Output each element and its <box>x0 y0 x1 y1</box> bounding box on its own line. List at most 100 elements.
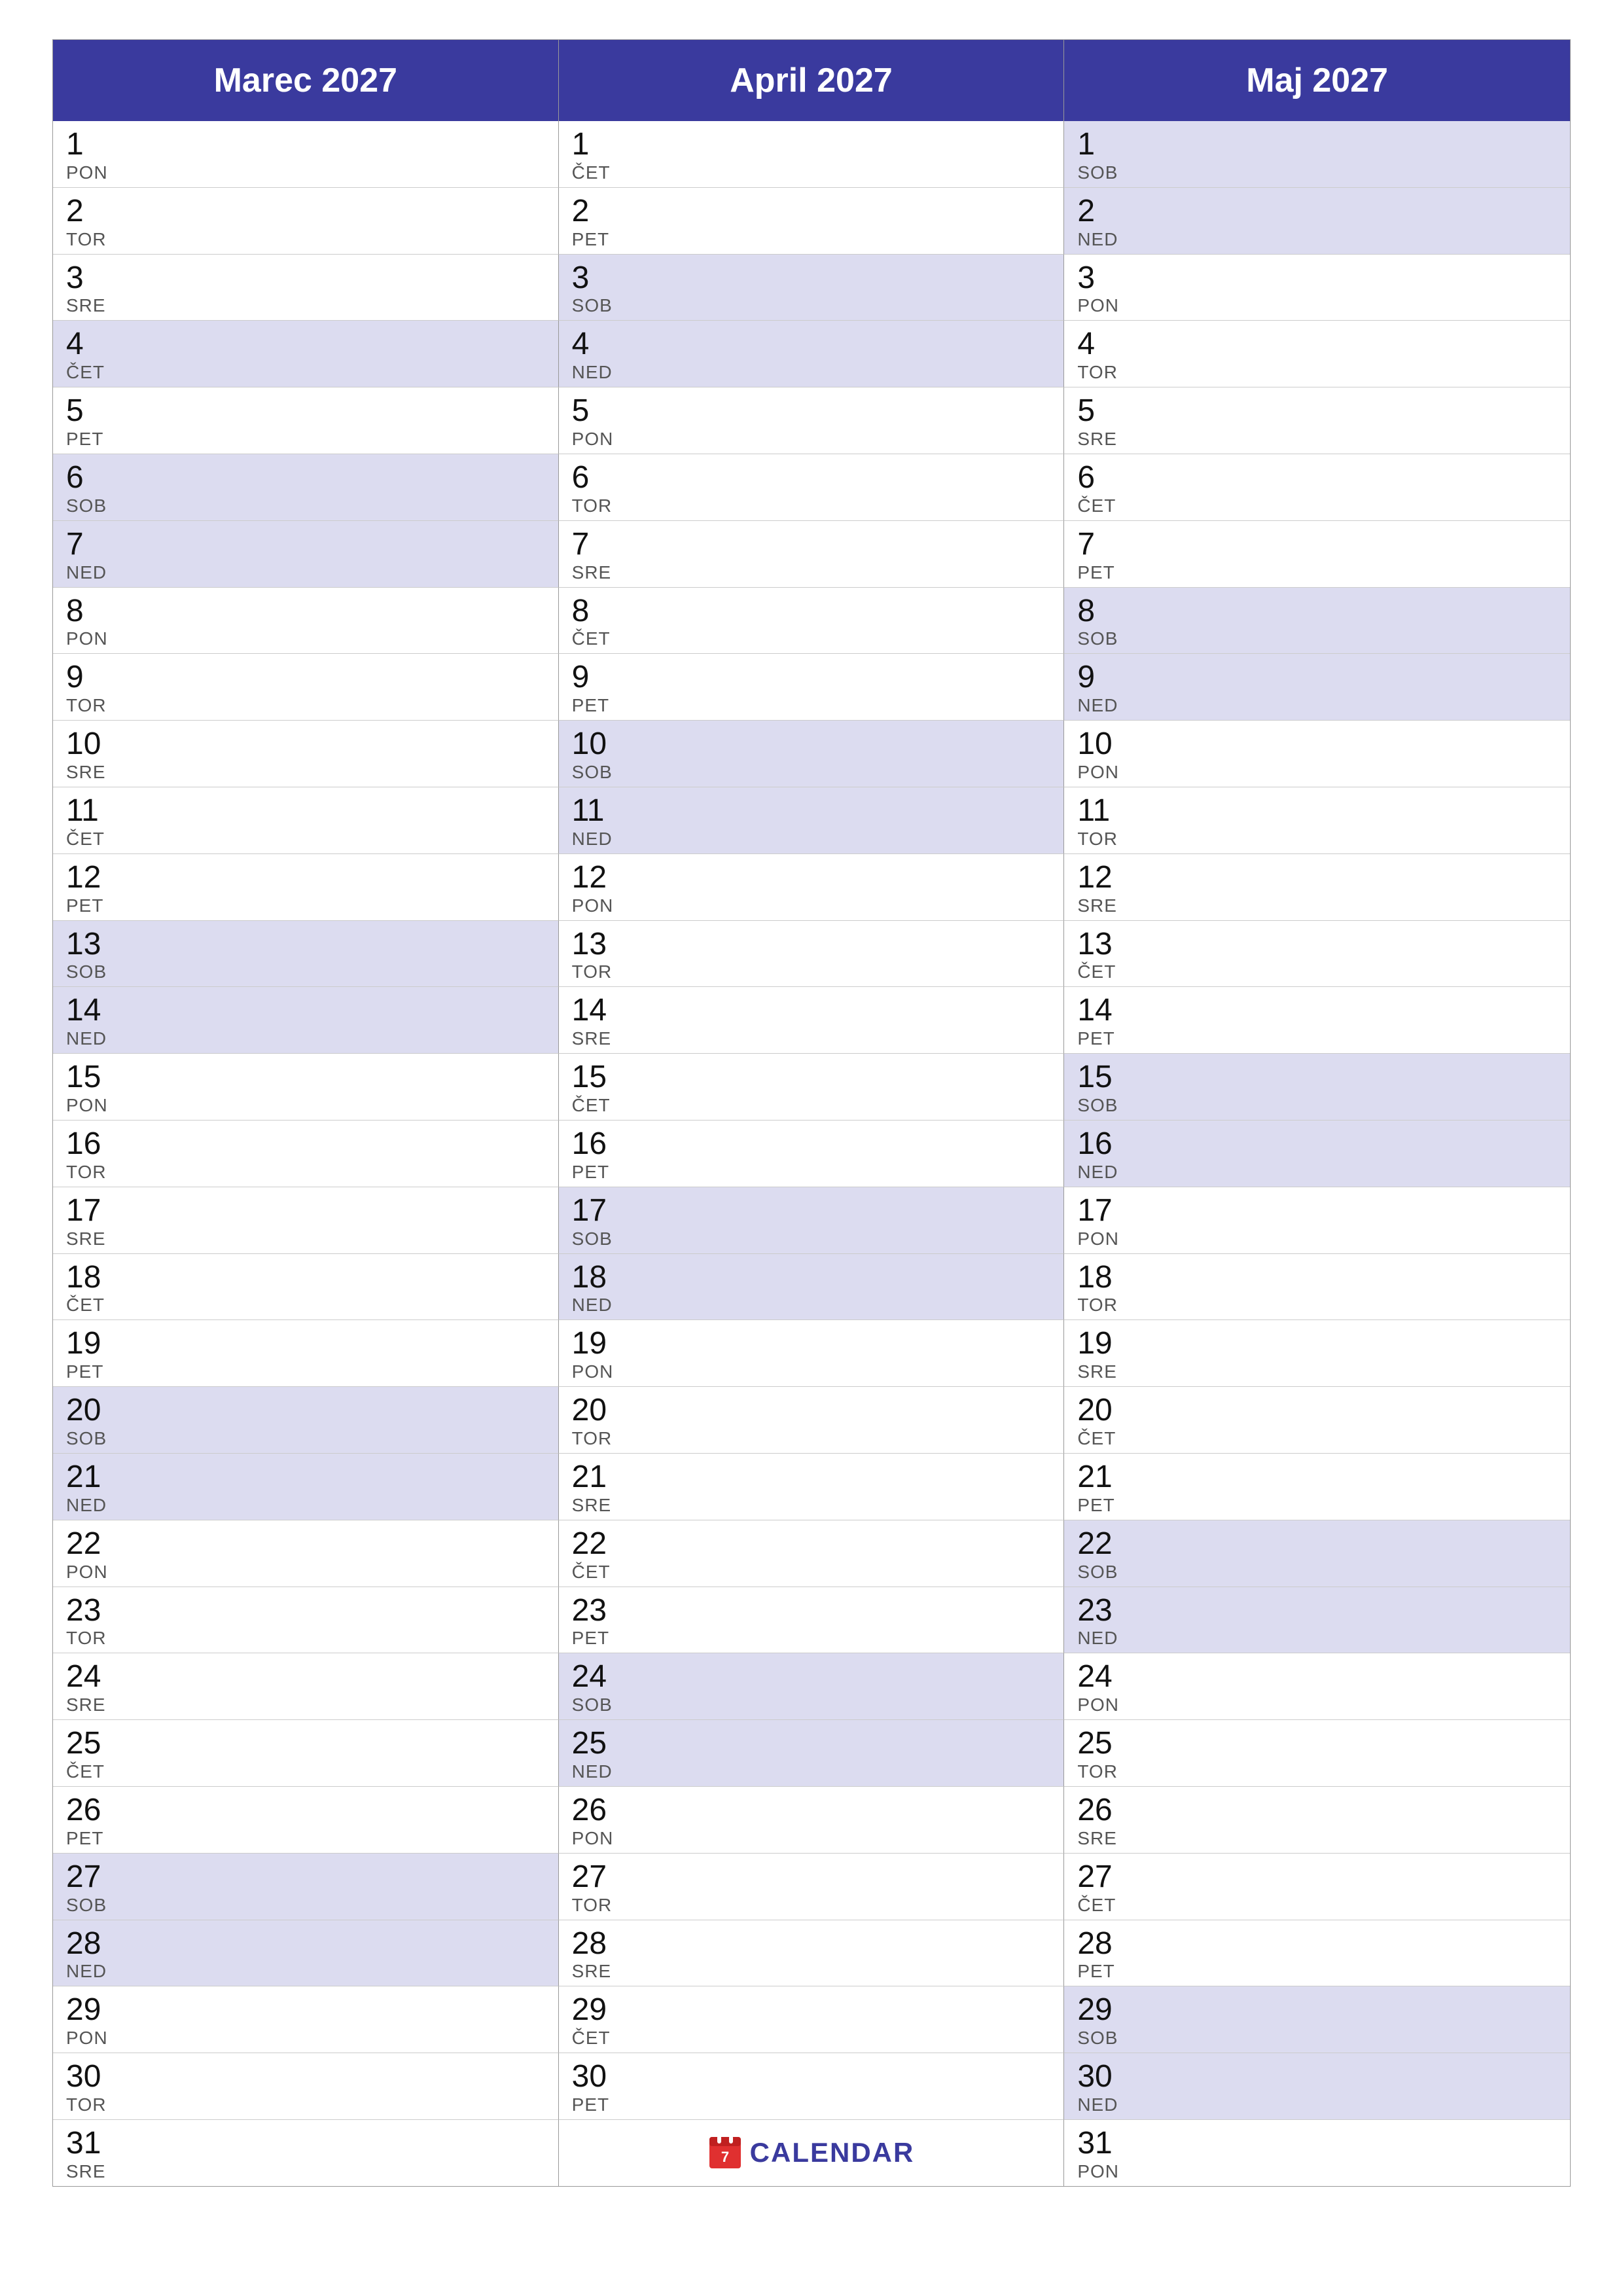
day-cell-m1-d12: 12PON <box>559 854 1065 921</box>
day-cell-m2-d26: 26SRE <box>1064 1787 1570 1854</box>
day-name: PET <box>572 1162 1051 1183</box>
calendar-logo: 7 CALENDAR <box>708 2136 915 2170</box>
day-cell-m1-d14: 14SRE <box>559 987 1065 1054</box>
calendar-row: 3SRE3SOB3PON <box>53 255 1570 321</box>
day-name: SOB <box>66 495 545 516</box>
day-number: 22 <box>1077 1527 1557 1562</box>
day-number: 25 <box>572 1727 1051 1761</box>
day-number: 3 <box>1077 261 1557 296</box>
day-number: 7 <box>572 528 1051 562</box>
day-cell-m0-d28: 28NED <box>53 1920 559 1987</box>
day-number: 6 <box>66 461 545 495</box>
day-name: PET <box>66 895 545 916</box>
day-name: ČET <box>572 2028 1051 2049</box>
day-number: 16 <box>66 1127 545 1162</box>
day-name: PON <box>1077 295 1557 316</box>
day-name: SRE <box>1077 1828 1557 1849</box>
day-number: 13 <box>66 927 545 962</box>
calendar-row: 2TOR2PET2NED <box>53 188 1570 255</box>
day-name: ČET <box>1077 961 1557 982</box>
day-cell-m2-d23: 23NED <box>1064 1587 1570 1654</box>
day-name: PET <box>572 1628 1051 1649</box>
day-cell-m2-d13: 13ČET <box>1064 921 1570 988</box>
day-name: PON <box>1077 2161 1557 2182</box>
day-cell-m0-d30: 30TOR <box>53 2053 559 2120</box>
day-number: 4 <box>66 327 545 362</box>
day-cell-m1-d25: 25NED <box>559 1720 1065 1787</box>
day-name: SRE <box>66 762 545 783</box>
calendar-row: 1PON1ČET1SOB <box>53 121 1570 188</box>
day-number: 21 <box>1077 1460 1557 1495</box>
day-cell-m0-d1: 1PON <box>53 121 559 188</box>
day-cell-m1-d4: 4NED <box>559 321 1065 387</box>
day-cell-m1-d6: 6TOR <box>559 454 1065 521</box>
day-name: ČET <box>572 628 1051 649</box>
day-number: 31 <box>1077 2126 1557 2161</box>
day-name: SOB <box>1077 1562 1557 1583</box>
day-cell-m0-d16: 16TOR <box>53 1121 559 1187</box>
day-cell-m0-d18: 18ČET <box>53 1254 559 1321</box>
calendar-row: 31SRE 7 CALENDAR 31PON <box>53 2120 1570 2186</box>
day-number: 25 <box>66 1727 545 1761</box>
day-name: NED <box>1077 229 1557 250</box>
day-number: 13 <box>572 927 1051 962</box>
day-name: NED <box>66 1961 545 1982</box>
day-number: 6 <box>1077 461 1557 495</box>
day-number: 15 <box>66 1060 545 1095</box>
calendar-row: 6SOB6TOR6ČET <box>53 454 1570 521</box>
day-number: 7 <box>1077 528 1557 562</box>
day-number: 28 <box>572 1927 1051 1962</box>
day-name: TOR <box>1077 829 1557 850</box>
day-number: 23 <box>66 1594 545 1628</box>
day-cell-m1-d24: 24SOB <box>559 1653 1065 1720</box>
day-name: SRE <box>1077 895 1557 916</box>
day-cell-m0-d15: 15PON <box>53 1054 559 1121</box>
day-name: TOR <box>1077 1761 1557 1782</box>
day-cell-m2-d16: 16NED <box>1064 1121 1570 1187</box>
day-name: PON <box>66 628 545 649</box>
day-cell-m1-d2: 2PET <box>559 188 1065 255</box>
day-number: 1 <box>1077 128 1557 162</box>
day-number: 8 <box>66 594 545 629</box>
day-name: NED <box>1077 695 1557 716</box>
day-number: 5 <box>1077 394 1557 429</box>
day-number: 10 <box>1077 727 1557 762</box>
day-name: ČET <box>66 1761 545 1782</box>
calendar-row: 30TOR30PET30NED <box>53 2053 1570 2120</box>
day-number: 27 <box>572 1860 1051 1895</box>
day-name: ČET <box>1077 1428 1557 1449</box>
calendar-row: 19PET19PON19SRE <box>53 1320 1570 1387</box>
day-name: SOB <box>1077 1095 1557 1116</box>
calendar-row: 23TOR23PET23NED <box>53 1587 1570 1654</box>
day-name: NED <box>572 1761 1051 1782</box>
day-name: PET <box>572 2094 1051 2115</box>
day-name: TOR <box>66 695 545 716</box>
day-cell-m2-d18: 18TOR <box>1064 1254 1570 1321</box>
day-cell-m1-d31: 7 CALENDAR <box>559 2120 1065 2186</box>
day-number: 21 <box>572 1460 1051 1495</box>
day-cell-m1-d9: 9PET <box>559 654 1065 721</box>
day-number: 14 <box>1077 994 1557 1028</box>
day-number: 5 <box>572 394 1051 429</box>
day-cell-m2-d27: 27ČET <box>1064 1854 1570 1920</box>
day-name: SOB <box>66 1428 545 1449</box>
day-number: 3 <box>572 261 1051 296</box>
day-cell-m0-d19: 19PET <box>53 1320 559 1387</box>
day-cell-m2-d25: 25TOR <box>1064 1720 1570 1787</box>
day-name: PET <box>1077 1495 1557 1516</box>
day-name: SRE <box>1077 429 1557 450</box>
day-cell-m2-d11: 11TOR <box>1064 787 1570 854</box>
day-name: PON <box>66 2028 545 2049</box>
day-cell-m2-d30: 30NED <box>1064 2053 1570 2120</box>
day-number: 27 <box>1077 1860 1557 1895</box>
day-number: 26 <box>66 1793 545 1828</box>
day-cell-m2-d6: 6ČET <box>1064 454 1570 521</box>
day-number: 14 <box>66 994 545 1028</box>
day-number: 17 <box>572 1194 1051 1229</box>
day-number: 12 <box>66 861 545 895</box>
maj-header: Maj 2027 <box>1064 40 1570 121</box>
day-cell-m1-d19: 19PON <box>559 1320 1065 1387</box>
day-cell-m0-d21: 21NED <box>53 1454 559 1520</box>
calendar-row: 24SRE24SOB24PON <box>53 1653 1570 1720</box>
day-name: SRE <box>572 1028 1051 1049</box>
